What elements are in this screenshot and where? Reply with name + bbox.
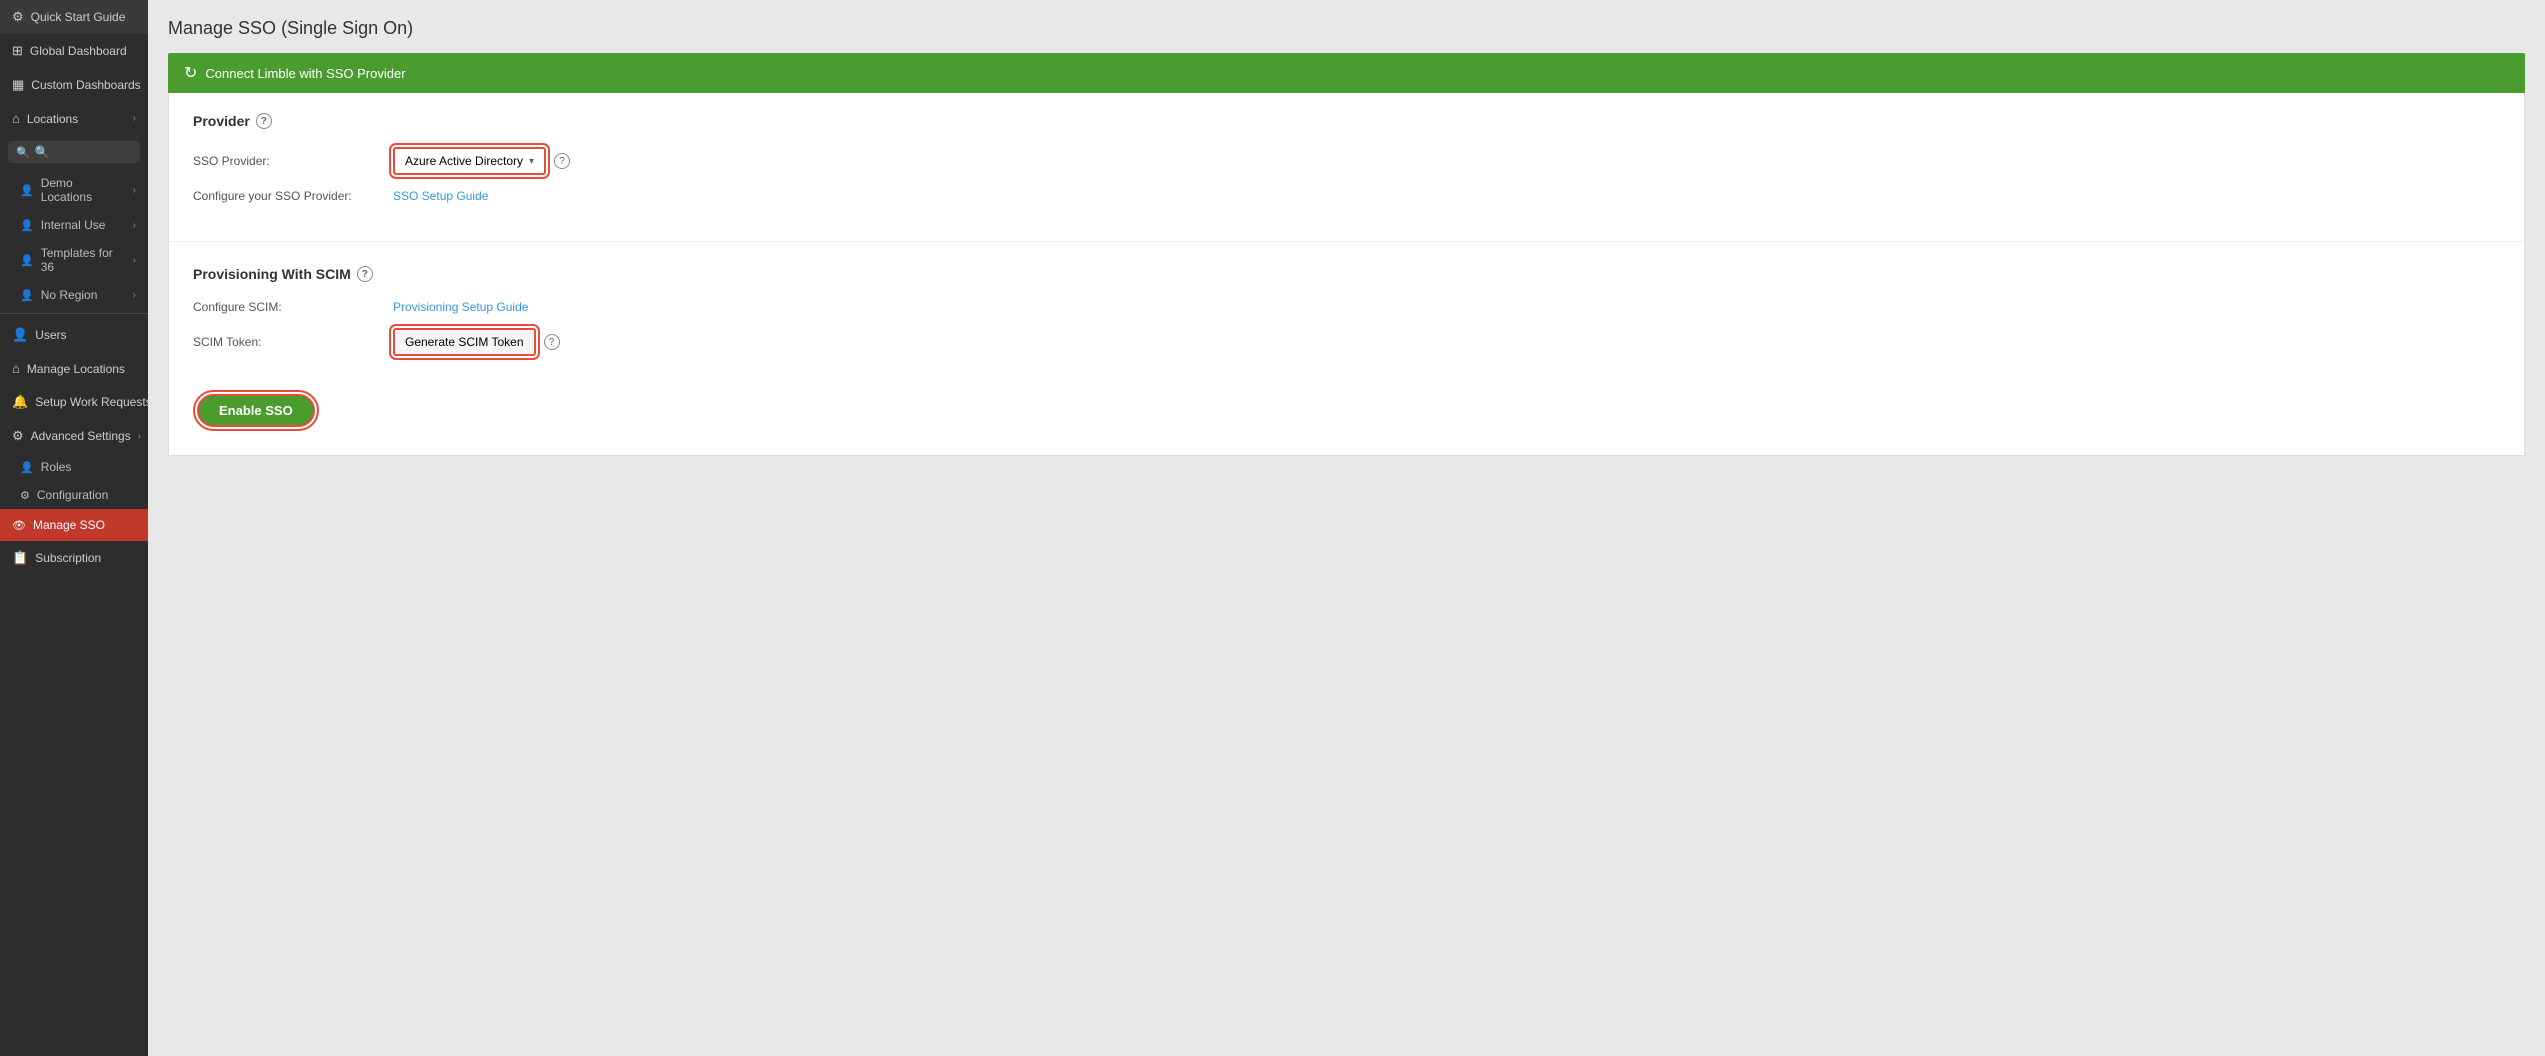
scim-token-value: Generate SCIM Token ? bbox=[393, 328, 560, 356]
scim-help-icon[interactable]: ? bbox=[357, 266, 373, 282]
users-icon: 👤 bbox=[12, 327, 28, 343]
internal-chevron-icon: › bbox=[133, 220, 136, 231]
configuration-icon: ⚙ bbox=[20, 489, 30, 502]
provider-help-icon[interactable]: ? bbox=[256, 113, 272, 129]
global-dashboard-icon: ⊞ bbox=[12, 43, 23, 59]
sidebar-item-templates[interactable]: 👤 Templates for 36 › bbox=[0, 239, 148, 281]
no-region-icon: 👤 bbox=[20, 289, 34, 302]
scim-token-help-icon[interactable]: ? bbox=[544, 334, 560, 350]
sso-banner: ↻ Connect Limble with SSO Provider bbox=[168, 53, 2525, 93]
page-title: Manage SSO (Single Sign On) bbox=[168, 18, 2525, 39]
sidebar-item-manage-sso[interactable]: 👁 Manage SSO bbox=[0, 509, 148, 541]
templates-chevron-icon: › bbox=[133, 255, 136, 266]
scim-token-label: SCIM Token: bbox=[193, 335, 393, 349]
sidebar-item-configuration[interactable]: ⚙ Configuration bbox=[0, 481, 148, 509]
scim-section: Provisioning With SCIM ? Configure SCIM:… bbox=[169, 246, 2524, 455]
generate-scim-token-button[interactable]: Generate SCIM Token bbox=[393, 328, 536, 356]
sso-setup-guide-link[interactable]: SSO Setup Guide bbox=[393, 189, 488, 203]
manage-locations-icon: ⌂ bbox=[12, 361, 20, 376]
locations-chevron-icon: › bbox=[133, 113, 136, 124]
provider-selected-value: Azure Active Directory bbox=[405, 154, 523, 168]
sidebar-item-users[interactable]: 👤 Users bbox=[0, 318, 148, 352]
configure-sso-row: Configure your SSO Provider: SSO Setup G… bbox=[193, 189, 2500, 203]
demo-locations-icon: 👤 bbox=[20, 184, 34, 197]
sso-provider-row: SSO Provider: Azure Active Directory ▾ ? bbox=[193, 147, 2500, 175]
provisioning-setup-guide-link[interactable]: Provisioning Setup Guide bbox=[393, 300, 528, 314]
configure-scim-label: Configure SCIM: bbox=[193, 300, 393, 314]
demo-chevron-icon: › bbox=[133, 185, 136, 196]
scim-section-title: Provisioning With SCIM ? bbox=[193, 266, 2500, 282]
sidebar-item-manage-locations[interactable]: ⌂ Manage Locations bbox=[0, 352, 148, 385]
sidebar-item-demo-locations[interactable]: 👤 Demo Locations › bbox=[0, 169, 148, 211]
roles-icon: 👤 bbox=[20, 461, 34, 474]
refresh-icon: ↻ bbox=[184, 63, 197, 83]
enable-sso-container: Enable SSO bbox=[193, 386, 319, 435]
manage-sso-icon: 👁 bbox=[12, 519, 26, 532]
sidebar-item-subscription[interactable]: 📋 Subscription bbox=[0, 541, 148, 575]
provider-section: Provider ? SSO Provider: Azure Active Di… bbox=[169, 93, 2524, 237]
provider-section-title: Provider ? bbox=[193, 113, 2500, 129]
advanced-chevron-icon: › bbox=[138, 431, 141, 442]
sidebar-item-quick-start[interactable]: ⚙ Quick Start Guide bbox=[0, 0, 148, 34]
subscription-icon: 📋 bbox=[12, 550, 28, 566]
sso-provider-label: SSO Provider: bbox=[193, 154, 393, 168]
sso-provider-dropdown[interactable]: Azure Active Directory ▾ bbox=[393, 147, 546, 175]
configure-sso-value: SSO Setup Guide bbox=[393, 189, 488, 203]
setup-work-icon: 🔔 bbox=[12, 394, 28, 410]
sidebar-item-advanced-settings[interactable]: ⚙ Advanced Settings › bbox=[0, 419, 148, 453]
main-content: Manage SSO (Single Sign On) ↻ Connect Li… bbox=[148, 0, 2545, 1056]
search-container: 🔍 bbox=[8, 141, 140, 163]
sidebar-item-global-dashboard[interactable]: ⊞ Global Dashboard bbox=[0, 34, 148, 68]
enable-sso-outline: Enable SSO bbox=[193, 390, 319, 431]
locations-icon: ⌂ bbox=[12, 111, 20, 126]
configure-scim-value: Provisioning Setup Guide bbox=[393, 300, 528, 314]
search-icon: 🔍 bbox=[16, 146, 30, 159]
custom-dashboards-icon: ▦ bbox=[12, 77, 24, 93]
sidebar-item-roles[interactable]: 👤 Roles bbox=[0, 453, 148, 481]
sidebar-item-no-region[interactable]: 👤 No Region › bbox=[0, 281, 148, 309]
sidebar-item-custom-dashboards[interactable]: ▦ Custom Dashboards bbox=[0, 68, 148, 102]
internal-use-icon: 👤 bbox=[20, 219, 34, 232]
quick-start-icon: ⚙ bbox=[12, 9, 24, 25]
sidebar-item-setup-work-requests[interactable]: 🔔 Setup Work Requests bbox=[0, 385, 148, 419]
scim-token-row: SCIM Token: Generate SCIM Token ? bbox=[193, 328, 2500, 356]
sidebar-item-internal-use[interactable]: 👤 Internal Use › bbox=[0, 211, 148, 239]
advanced-settings-icon: ⚙ bbox=[12, 428, 24, 444]
templates-icon: 👤 bbox=[20, 254, 34, 267]
sso-provider-value: Azure Active Directory ▾ ? bbox=[393, 147, 570, 175]
no-region-chevron-icon: › bbox=[133, 290, 136, 301]
configure-sso-label: Configure your SSO Provider: bbox=[193, 189, 393, 203]
enable-sso-button[interactable]: Enable SSO bbox=[197, 394, 315, 427]
configure-scim-row: Configure SCIM: Provisioning Setup Guide bbox=[193, 300, 2500, 314]
sidebar: ⚙ Quick Start Guide ⊞ Global Dashboard ▦… bbox=[0, 0, 148, 1056]
sso-card: Provider ? SSO Provider: Azure Active Di… bbox=[168, 93, 2525, 456]
sidebar-item-locations[interactable]: ⌂ Locations › bbox=[0, 102, 148, 135]
banner-text: Connect Limble with SSO Provider bbox=[205, 66, 405, 81]
provider-dropdown-arrow-icon: ▾ bbox=[529, 156, 534, 167]
provider-select-help-icon[interactable]: ? bbox=[554, 153, 570, 169]
section-divider bbox=[169, 241, 2524, 242]
search-input[interactable] bbox=[35, 145, 132, 159]
